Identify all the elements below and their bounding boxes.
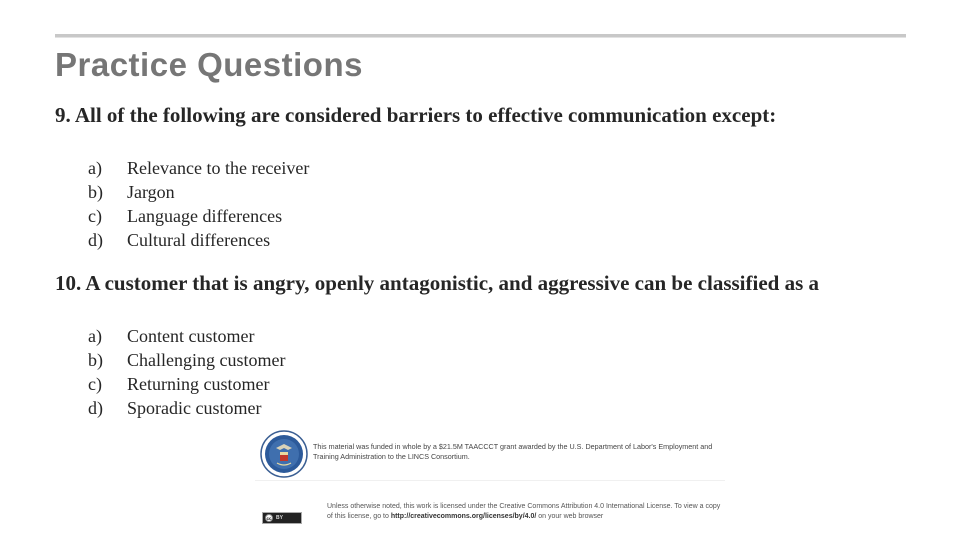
- dol-seal-icon: [260, 430, 308, 478]
- option-letter: b): [88, 350, 103, 370]
- license-prefix: of this license, go to: [327, 513, 391, 520]
- option-item: a) Content customer: [88, 324, 285, 348]
- option-item: a) Relevance to the receiver: [88, 156, 309, 180]
- funding-row: This material was funded in whole by a $…: [255, 428, 725, 481]
- cc-icon: cc: [265, 514, 273, 522]
- option-letter: c): [88, 206, 102, 226]
- option-text: Jargon: [127, 182, 175, 202]
- option-text: Sporadic customer: [127, 398, 262, 418]
- option-text: Content customer: [127, 326, 255, 346]
- option-item: c) Returning customer: [88, 372, 285, 396]
- option-text: Language differences: [127, 206, 283, 226]
- cc-by-badge[interactable]: cc BY: [262, 512, 302, 524]
- option-text: Relevance to the receiver: [127, 158, 310, 178]
- option-item: b) Jargon: [88, 180, 309, 204]
- question-9-options: a) Relevance to the receiver b) Jargon c) L…: [88, 156, 309, 252]
- license-suffix: on your web browser: [536, 513, 604, 520]
- option-letter: b): [88, 182, 103, 202]
- question-10-options: a) Content customer b) Challenging custome…: [88, 324, 285, 420]
- option-letter: a): [88, 158, 102, 178]
- option-text: Returning customer: [127, 374, 270, 394]
- funding-line-2: Training Administration to the LINCS Con…: [313, 452, 470, 461]
- funding-statement: This material was funded in whole by a $…: [313, 442, 712, 462]
- option-item: d) Cultural differences: [88, 228, 309, 252]
- option-letter: a): [88, 326, 102, 346]
- option-letter: d): [88, 230, 103, 250]
- option-item: d) Sporadic customer: [88, 396, 285, 420]
- option-letter: d): [88, 398, 103, 418]
- option-text: Challenging customer: [127, 350, 286, 370]
- option-letter: c): [88, 374, 102, 394]
- option-item: b) Challenging customer: [88, 348, 285, 372]
- funding-footer: This material was funded in whole by a $…: [255, 428, 725, 530]
- license-line-2: of this license, go to http://creativeco…: [327, 512, 720, 522]
- top-divider: [55, 34, 906, 38]
- license-link[interactable]: http://creativecommons.org/licenses/by/4…: [391, 513, 537, 520]
- license-line-1: Unless otherwise noted, this work is lic…: [327, 503, 721, 510]
- question-9-prompt: 9. All of the following are considered b…: [55, 103, 777, 127]
- option-item: c) Language differences: [88, 204, 309, 228]
- license-statement: Unless otherwise noted, this work is lic…: [327, 502, 720, 522]
- funding-line-1: This material was funded in whole by a $…: [313, 442, 713, 451]
- by-icon: BY: [276, 515, 283, 521]
- slide-title: Practice Questions: [55, 46, 363, 83]
- option-text: Cultural differences: [127, 230, 271, 250]
- question-10-prompt: 10. A customer that is angry, openly ant…: [55, 271, 820, 295]
